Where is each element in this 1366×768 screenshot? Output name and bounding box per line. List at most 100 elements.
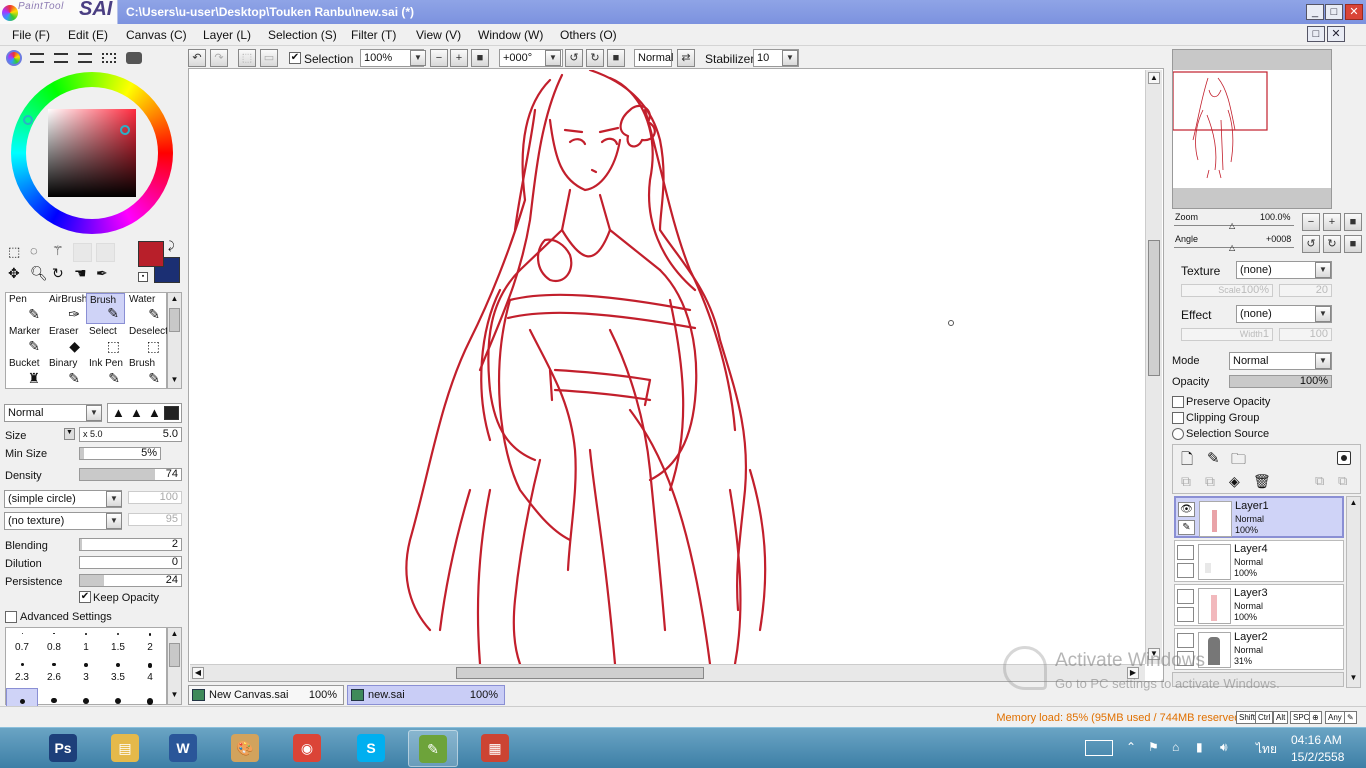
brush-shape-soft-icon[interactable]: ▲ <box>130 405 143 420</box>
dilution-slider[interactable]: 0 <box>79 556 182 569</box>
close-button[interactable]: ✕ <box>1345 4 1363 20</box>
rotate-right-button[interactable]: ↻ <box>586 49 604 67</box>
blend-mode-select[interactable]: Normal <box>634 49 673 67</box>
rect-select-icon[interactable]: ⬚ <box>8 244 20 260</box>
brush-texture-value[interactable]: 95 <box>128 513 182 526</box>
layer-row[interactable]: Layer3 Normal 100% <box>1174 584 1344 626</box>
undo-button[interactable]: ↶ <box>188 49 206 67</box>
rotate-tool-icon[interactable]: ↻ <box>52 265 64 282</box>
visibility-toggle[interactable] <box>1177 545 1194 560</box>
nav-zoom-in-button[interactable]: + <box>1323 213 1341 231</box>
presets-scrollbar[interactable]: ▲ ▼ <box>167 627 182 705</box>
rgb-slider-tab-icon[interactable] <box>30 53 44 63</box>
clock-date[interactable]: 15/2/2558 <box>1291 750 1344 764</box>
effect-width-slider[interactable]: Width 1 <box>1181 328 1273 341</box>
size-multiplier-arrow[interactable]: ▼ <box>64 428 75 440</box>
brush-size-preset[interactable]: 1 <box>70 628 102 658</box>
magic-wand-icon[interactable]: ⚚ <box>52 243 64 259</box>
tool-brush[interactable]: Brush ✎ <box>86 293 125 324</box>
blending-slider[interactable]: 2 <box>79 538 182 551</box>
scroll-thumb[interactable] <box>169 308 180 332</box>
flip-horizontal-button[interactable]: ⇄ <box>677 49 695 67</box>
persistence-slider[interactable]: 24 <box>79 574 182 587</box>
document-tab[interactable]: New Canvas.sai 100% <box>188 685 344 705</box>
chrome-icon[interactable]: ◉ <box>282 730 332 767</box>
clipping-group-checkbox[interactable] <box>1172 412 1184 424</box>
scroll-thumb[interactable] <box>1148 240 1160 376</box>
brush-shape-dropdown-arrow[interactable]: ▼ <box>106 491 122 507</box>
doc-close-button[interactable]: ✕ <box>1327 26 1345 42</box>
menu-window[interactable]: Window (W) <box>478 28 543 42</box>
texture-strength-slider[interactable]: 20 <box>1279 284 1332 297</box>
selection-source-radio[interactable] <box>1172 428 1184 440</box>
painttool-sai-icon[interactable]: ✎ <box>408 730 458 767</box>
eyedropper-icon[interactable]: ✒ <box>96 265 108 282</box>
zoom-dropdown-arrow[interactable]: ▼ <box>410 50 426 66</box>
primary-color-swatch[interactable] <box>138 241 164 267</box>
scroll-down-icon[interactable]: ▼ <box>169 375 180 387</box>
visibility-toggle[interactable] <box>1177 589 1194 604</box>
brush-shape-sharp-icon[interactable]: ▲ <box>112 405 125 420</box>
hue-picker-handle[interactable] <box>23 115 33 125</box>
tool-airbrush[interactable]: AirBrush ✑ <box>46 293 87 324</box>
layer-paste-icon[interactable]: ⧉ <box>1338 473 1347 489</box>
rotate-left-button[interactable]: ↺ <box>565 49 583 67</box>
keyboard-icon[interactable] <box>1085 740 1113 756</box>
texture-dropdown-arrow[interactable]: ▼ <box>1315 262 1331 278</box>
zoom-reset-button[interactable]: ■ <box>471 49 489 67</box>
move-icon[interactable]: ✥ <box>8 265 20 282</box>
transparent-color-icon[interactable]: ▪ <box>138 272 148 282</box>
layer-mask-icon[interactable] <box>1337 451 1351 465</box>
zoom-out-button[interactable]: − <box>430 49 448 67</box>
color-wheel-tab-icon[interactable] <box>6 50 22 66</box>
menu-canvas[interactable]: Canvas (C) <box>126 28 187 42</box>
hand-tool-icon[interactable]: ☚ <box>74 265 87 282</box>
menu-view[interactable]: View (V) <box>416 28 461 42</box>
minimize-button[interactable]: _ <box>1306 4 1324 20</box>
zoom-tool-icon[interactable]: 🔍︎ <box>30 265 48 282</box>
nav-zoom-reset-button[interactable]: ■ <box>1344 213 1362 231</box>
brush-size-preset[interactable]: 3 <box>70 658 102 688</box>
word-icon[interactable]: W <box>158 730 208 767</box>
hsv-slider-tab-icon[interactable] <box>54 53 68 63</box>
brush-shape-value[interactable]: 100 <box>128 491 182 504</box>
texture-scale-slider[interactable]: Scale 100% <box>1181 284 1273 297</box>
scroll-up-icon[interactable]: ▲ <box>1348 498 1359 510</box>
redo-button[interactable]: ↷ <box>210 49 228 67</box>
menu-selection[interactable]: Selection (S) <box>268 28 337 42</box>
brush-shape-flat-icon[interactable] <box>164 406 179 420</box>
layer-opacity-slider[interactable]: 100% <box>1229 375 1332 388</box>
tool-grid-scrollbar[interactable]: ▲ ▼ <box>167 292 182 389</box>
effect-strength-slider[interactable]: 100 <box>1279 328 1332 341</box>
brush-size-preset[interactable]: 1.5 <box>102 628 134 658</box>
nav-rotate-right-button[interactable]: ↻ <box>1323 235 1341 253</box>
nav-zoom-thumb[interactable]: △ <box>1229 221 1235 230</box>
scratchpad-tab-icon[interactable] <box>126 52 142 64</box>
eye-icon[interactable]: 👁 <box>1178 502 1195 517</box>
merge-down-icon[interactable]: ⧉ <box>1205 473 1215 490</box>
swap-colors-icon[interactable]: ⤸ <box>168 240 175 253</box>
tool-select[interactable]: Select ⬚ <box>86 325 125 356</box>
layer-lock-toggle[interactable] <box>1177 607 1194 622</box>
deselect-button[interactable]: ⬚ <box>238 49 256 67</box>
menu-others[interactable]: Others (O) <box>560 28 617 42</box>
swatches-tab-icon[interactable] <box>102 53 116 63</box>
tool-binary[interactable]: Binary ✎ <box>46 357 85 388</box>
visibility-toggle[interactable] <box>1177 633 1194 648</box>
power-icon[interactable]: ▮ <box>1196 740 1203 754</box>
transfer-down-icon[interactable]: ⧉ <box>1181 473 1191 490</box>
brush-shape-medium-icon[interactable]: ▲ <box>148 405 161 420</box>
scroll-up-icon[interactable]: ▲ <box>1148 72 1160 84</box>
scroll-up-icon[interactable]: ▲ <box>169 629 180 641</box>
scroll-thumb[interactable] <box>456 667 704 679</box>
saturation-value-square[interactable] <box>48 109 136 197</box>
menu-filter[interactable]: Filter (T) <box>351 28 396 42</box>
new-folder-icon[interactable]: 🗀 <box>1231 449 1246 474</box>
file-explorer-icon[interactable]: ▤ <box>100 730 150 767</box>
volume-icon[interactable]: 🔊︎ <box>1220 740 1228 755</box>
mixer-tab-icon[interactable] <box>78 53 92 63</box>
paint-icon[interactable]: 🎨 <box>220 730 270 767</box>
effect-dropdown-arrow[interactable]: ▼ <box>1315 306 1331 322</box>
flag-icon[interactable]: ⚑ <box>1148 740 1159 754</box>
drawing-canvas[interactable] <box>190 70 1145 664</box>
